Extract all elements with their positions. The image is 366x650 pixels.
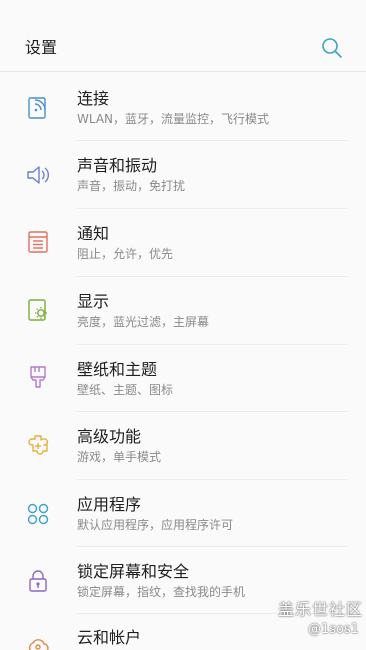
- settings-item-title: 应用程序: [77, 495, 142, 514]
- settings-screen: 设置 连接 WLAN，蓝牙，流量监控，飞行模式 声音和振动 声音，振动，免打扰: [0, 0, 366, 650]
- settings-item-title: 壁纸和主题: [77, 360, 158, 379]
- watermark-line2: @1sos1: [308, 622, 360, 637]
- cloud-account-icon: [28, 639, 49, 650]
- settings-item-title: 高级功能: [77, 427, 142, 446]
- lock-icon: [29, 570, 47, 592]
- settings-item-connections[interactable]: 连接 WLAN，蓝牙，流量监控，飞行模式: [0, 73, 366, 140]
- settings-item-title: 锁定屏幕和安全: [77, 562, 190, 581]
- settings-item-title: 连接: [77, 89, 110, 108]
- settings-item-display[interactable]: 显示 亮度，蓝光过滤，主屏幕: [0, 277, 366, 344]
- brush-icon: [30, 366, 46, 388]
- settings-item-advanced-features[interactable]: 高级功能 游戏，单手模式: [0, 412, 366, 479]
- settings-item-notifications[interactable]: 通知 阻止，允许，优先: [0, 209, 366, 276]
- speaker-icon: [27, 166, 49, 184]
- app-header: 设置: [0, 0, 366, 72]
- settings-item-sound[interactable]: 声音和振动 声音，振动，免打扰: [0, 141, 366, 208]
- settings-item-subtitle: 阻止，允许，优先: [77, 247, 174, 261]
- settings-item-subtitle: WLAN，蓝牙，流量监控，飞行模式: [77, 112, 270, 126]
- watermark-line1: 盖乐世社区: [278, 600, 364, 619]
- settings-item-subtitle: 游戏，单手模式: [77, 450, 162, 464]
- watermark: 盖乐世社区 @1sos1: [275, 596, 366, 650]
- apps-icon: [27, 503, 49, 525]
- settings-item-apps[interactable]: 应用程序 默认应用程序，应用程序许可: [0, 480, 366, 547]
- settings-item-wallpapers-themes[interactable]: 壁纸和主题 壁纸、主题、图标: [0, 345, 366, 412]
- settings-item-subtitle: 壁纸、主题、图标: [77, 383, 174, 397]
- display-icon: [28, 299, 47, 321]
- settings-item-title: 云和帐户: [77, 628, 142, 647]
- settings-item-subtitle: 声音，振动，免打扰: [77, 179, 186, 193]
- settings-item-title: 显示: [77, 292, 110, 311]
- settings-item-subtitle: 亮度，蓝光过滤，主屏幕: [77, 315, 210, 329]
- settings-item-subtitle: 锁定屏幕，指纹，查找我的手机: [77, 585, 246, 599]
- search-icon: [322, 38, 342, 58]
- notification-icon: [28, 231, 48, 253]
- settings-item-title: 声音和振动: [77, 156, 158, 175]
- page-title: 设置: [25, 38, 58, 57]
- settings-item-subtitle: 默认应用程序，应用程序许可: [77, 518, 234, 532]
- settings-item-title: 通知: [77, 224, 110, 243]
- search-button[interactable]: [320, 36, 344, 60]
- connections-icon: [28, 97, 46, 119]
- advanced-features-icon: [28, 435, 49, 455]
